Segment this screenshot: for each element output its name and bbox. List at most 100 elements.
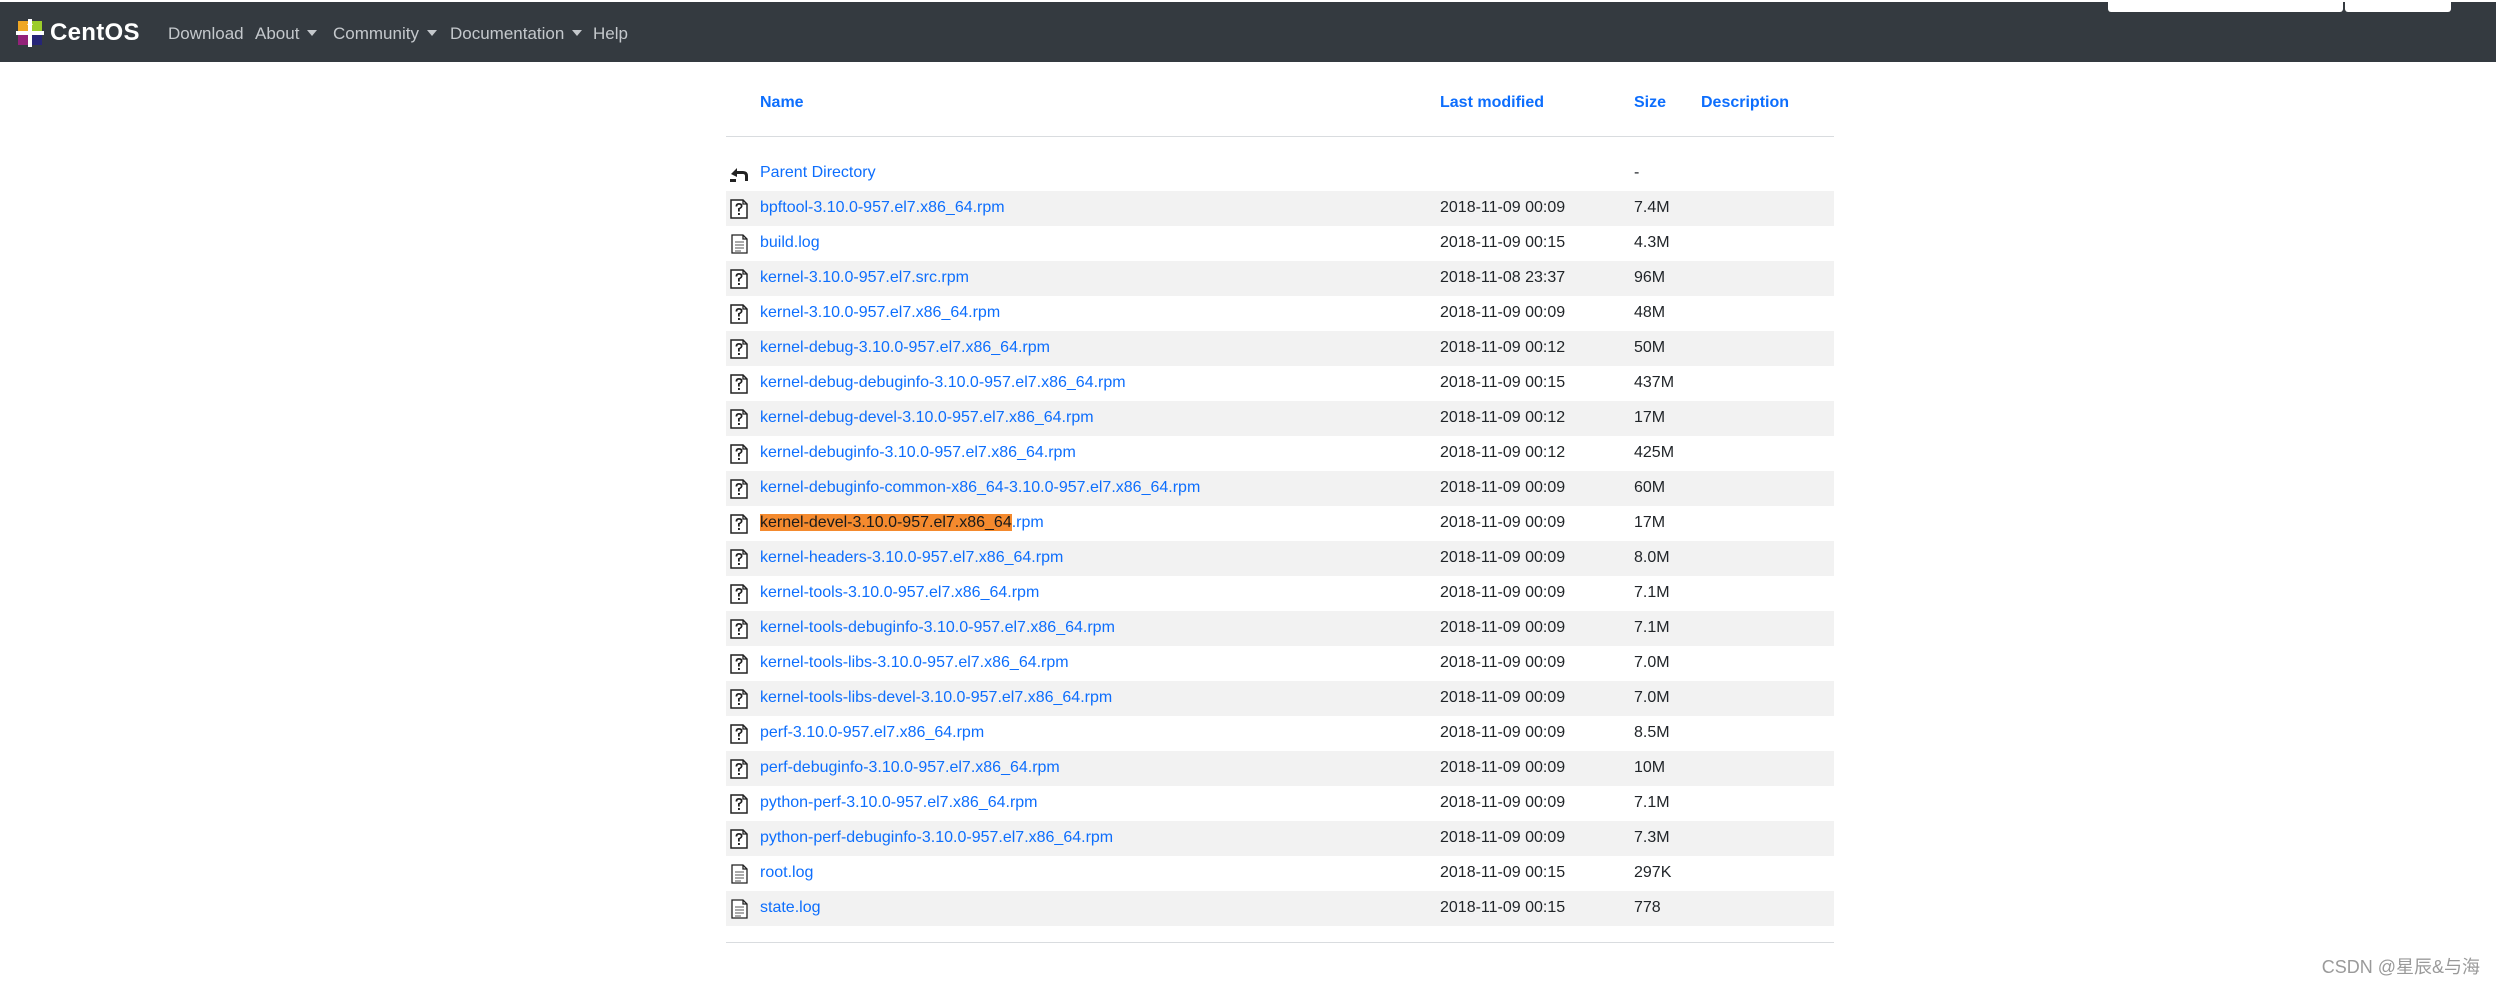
- last-modified-cell: 2018-11-09 00:09: [1440, 654, 1566, 671]
- caret-down-icon: [307, 30, 318, 36]
- last-modified-cell: 2018-11-09 00:09: [1440, 794, 1566, 811]
- nav-help[interactable]: Help: [593, 24, 628, 44]
- file-link[interactable]: kernel-devel-3.10.0-957.el7.x86_64.rpm: [760, 514, 1044, 532]
- last-modified-cell: 2018-11-09 00:09: [1440, 759, 1566, 776]
- file-link[interactable]: kernel-debug-debuginfo-3.10.0-957.el7.x8…: [760, 374, 1126, 392]
- search-button[interactable]: [2345, 2, 2451, 12]
- size-cell: 50M: [1634, 339, 1666, 356]
- unknown-file-icon: [729, 584, 749, 604]
- file-link[interactable]: perf-debuginfo-3.10.0-957.el7.x86_64.rpm: [760, 759, 1060, 777]
- file-link[interactable]: python-perf-debuginfo-3.10.0-957.el7.x86…: [760, 829, 1113, 847]
- table-row: kernel-debug-3.10.0-957.el7.x86_64.rpm 20…: [726, 331, 1834, 366]
- column-header-last-modified[interactable]: Last modified: [1440, 94, 1544, 112]
- file-link[interactable]: kernel-3.10.0-957.el7.x86_64.rpm: [760, 304, 1000, 322]
- file-link[interactable]: root.log: [760, 864, 813, 882]
- file-link[interactable]: kernel-tools-libs-devel-3.10.0-957.el7.x…: [760, 689, 1112, 707]
- file-link[interactable]: kernel-3.10.0-957.el7.src.rpm: [760, 269, 969, 287]
- file-link[interactable]: kernel-headers-3.10.0-957.el7.x86_64.rpm: [760, 549, 1063, 567]
- file-link-suffix: .rpm: [1011, 514, 1044, 531]
- last-modified-cell: 2018-11-09 00:12: [1440, 339, 1566, 356]
- size-cell: 297K: [1634, 864, 1672, 881]
- table-row: kernel-tools-3.10.0-957.el7.x86_64.rpm 20…: [726, 576, 1834, 611]
- unknown-file-icon: [729, 339, 749, 359]
- file-link[interactable]: python-perf-3.10.0-957.el7.x86_64.rpm: [760, 794, 1038, 812]
- nav-community[interactable]: Community: [333, 24, 437, 44]
- file-link[interactable]: kernel-debug-devel-3.10.0-957.el7.x86_64…: [760, 409, 1094, 427]
- last-modified-cell: 2018-11-09 00:09: [1440, 199, 1566, 216]
- brand-name: CentOS: [50, 19, 140, 46]
- unknown-file-icon: [729, 479, 749, 499]
- table-row: python-perf-debuginfo-3.10.0-957.el7.x86…: [726, 821, 1834, 856]
- column-header-name[interactable]: Name: [760, 94, 804, 112]
- top-navbar: CentOS Download About Community Document…: [0, 0, 2496, 62]
- caret-down-icon: [572, 30, 583, 36]
- file-link[interactable]: kernel-debuginfo-3.10.0-957.el7.x86_64.r…: [760, 444, 1076, 462]
- last-modified-cell: 2018-11-09 00:09: [1440, 479, 1566, 496]
- size-cell: 7.0M: [1634, 654, 1670, 671]
- text-file-icon: [729, 864, 749, 884]
- last-modified-cell: 2018-11-09 00:15: [1440, 864, 1566, 881]
- file-link[interactable]: kernel-debuginfo-common-x86_64-3.10.0-95…: [760, 479, 1200, 497]
- size-cell: 7.3M: [1634, 829, 1670, 846]
- search-input[interactable]: [2108, 2, 2343, 12]
- unknown-file-icon: [729, 619, 749, 639]
- size-cell: 96M: [1634, 269, 1666, 286]
- nav-about[interactable]: About: [255, 24, 318, 44]
- size-cell: 4.3M: [1634, 234, 1670, 251]
- size-cell: 7.1M: [1634, 794, 1670, 811]
- last-modified-cell: 2018-11-09 00:09: [1440, 304, 1566, 321]
- size-cell: 437M: [1634, 374, 1675, 391]
- table-row: kernel-tools-debuginfo-3.10.0-957.el7.x8…: [726, 611, 1834, 646]
- file-link[interactable]: kernel-debug-3.10.0-957.el7.x86_64.rpm: [760, 339, 1050, 357]
- size-cell: 8.0M: [1634, 549, 1670, 566]
- column-header-description[interactable]: Description: [1701, 94, 1789, 112]
- last-modified-cell: 2018-11-09 00:15: [1440, 899, 1566, 916]
- size-cell: 425M: [1634, 444, 1675, 461]
- unknown-file-icon: [729, 759, 749, 779]
- file-link[interactable]: state.log: [760, 899, 820, 917]
- unknown-file-icon: [729, 444, 749, 464]
- search-highlight: kernel-devel-3.10.0-957.el7.x86_64: [760, 514, 1012, 531]
- table-row: kernel-debuginfo-3.10.0-957.el7.x86_64.r…: [726, 436, 1834, 471]
- file-link[interactable]: perf-3.10.0-957.el7.x86_64.rpm: [760, 724, 984, 742]
- unknown-file-icon: [729, 689, 749, 709]
- last-modified-cell: 2018-11-09 00:09: [1440, 689, 1566, 706]
- size-cell: 7.0M: [1634, 689, 1670, 706]
- nav-download-label: Download: [168, 24, 244, 43]
- file-link[interactable]: kernel-tools-libs-3.10.0-957.el7.x86_64.…: [760, 654, 1069, 672]
- size-cell: 8.5M: [1634, 724, 1670, 741]
- unknown-file-icon: [729, 409, 749, 429]
- last-modified-cell: 2018-11-09 00:09: [1440, 584, 1566, 601]
- last-modified-cell: 2018-11-09 00:09: [1440, 829, 1566, 846]
- nav-documentation[interactable]: Documentation: [450, 24, 583, 44]
- file-link[interactable]: kernel-tools-debuginfo-3.10.0-957.el7.x8…: [760, 619, 1115, 637]
- size-cell: 10M: [1634, 759, 1666, 776]
- nav-community-label: Community: [333, 24, 419, 43]
- last-modified-cell: 2018-11-09 00:15: [1440, 234, 1566, 251]
- file-link[interactable]: kernel-tools-3.10.0-957.el7.x86_64.rpm: [760, 584, 1039, 602]
- file-link[interactable]: bpftool-3.10.0-957.el7.x86_64.rpm: [760, 199, 1005, 217]
- column-header-size[interactable]: Size: [1634, 94, 1666, 112]
- table-row: kernel-tools-libs-3.10.0-957.el7.x86_64.…: [726, 646, 1834, 681]
- centos-logo-icon: [16, 19, 44, 47]
- last-modified-cell: 2018-11-09 00:09: [1440, 724, 1566, 741]
- unknown-file-icon: [729, 654, 749, 674]
- nav-download[interactable]: Download: [168, 24, 244, 44]
- caret-down-icon: [426, 30, 437, 36]
- text-file-icon: [729, 899, 749, 919]
- size-cell: 7.1M: [1634, 584, 1670, 601]
- last-modified-cell: 2018-11-09 00:09: [1440, 549, 1566, 566]
- table-row: kernel-debug-debuginfo-3.10.0-957.el7.x8…: [726, 366, 1834, 401]
- file-link[interactable]: build.log: [760, 234, 820, 252]
- size-cell: 7.4M: [1634, 199, 1670, 216]
- nav-documentation-label: Documentation: [450, 24, 565, 43]
- parent-directory-link[interactable]: Parent Directory: [760, 164, 876, 182]
- unknown-file-icon: [729, 269, 749, 289]
- centos-logo[interactable]: CentOS: [16, 18, 140, 48]
- table-row: root.log 2018-11-09 00:15 297K: [726, 856, 1834, 891]
- nav-about-label: About: [255, 24, 300, 43]
- unknown-file-icon: [729, 514, 749, 534]
- table-row: kernel-headers-3.10.0-957.el7.x86_64.rpm…: [726, 541, 1834, 576]
- unknown-file-icon: [729, 304, 749, 324]
- last-modified-cell: 2018-11-09 00:09: [1440, 619, 1566, 636]
